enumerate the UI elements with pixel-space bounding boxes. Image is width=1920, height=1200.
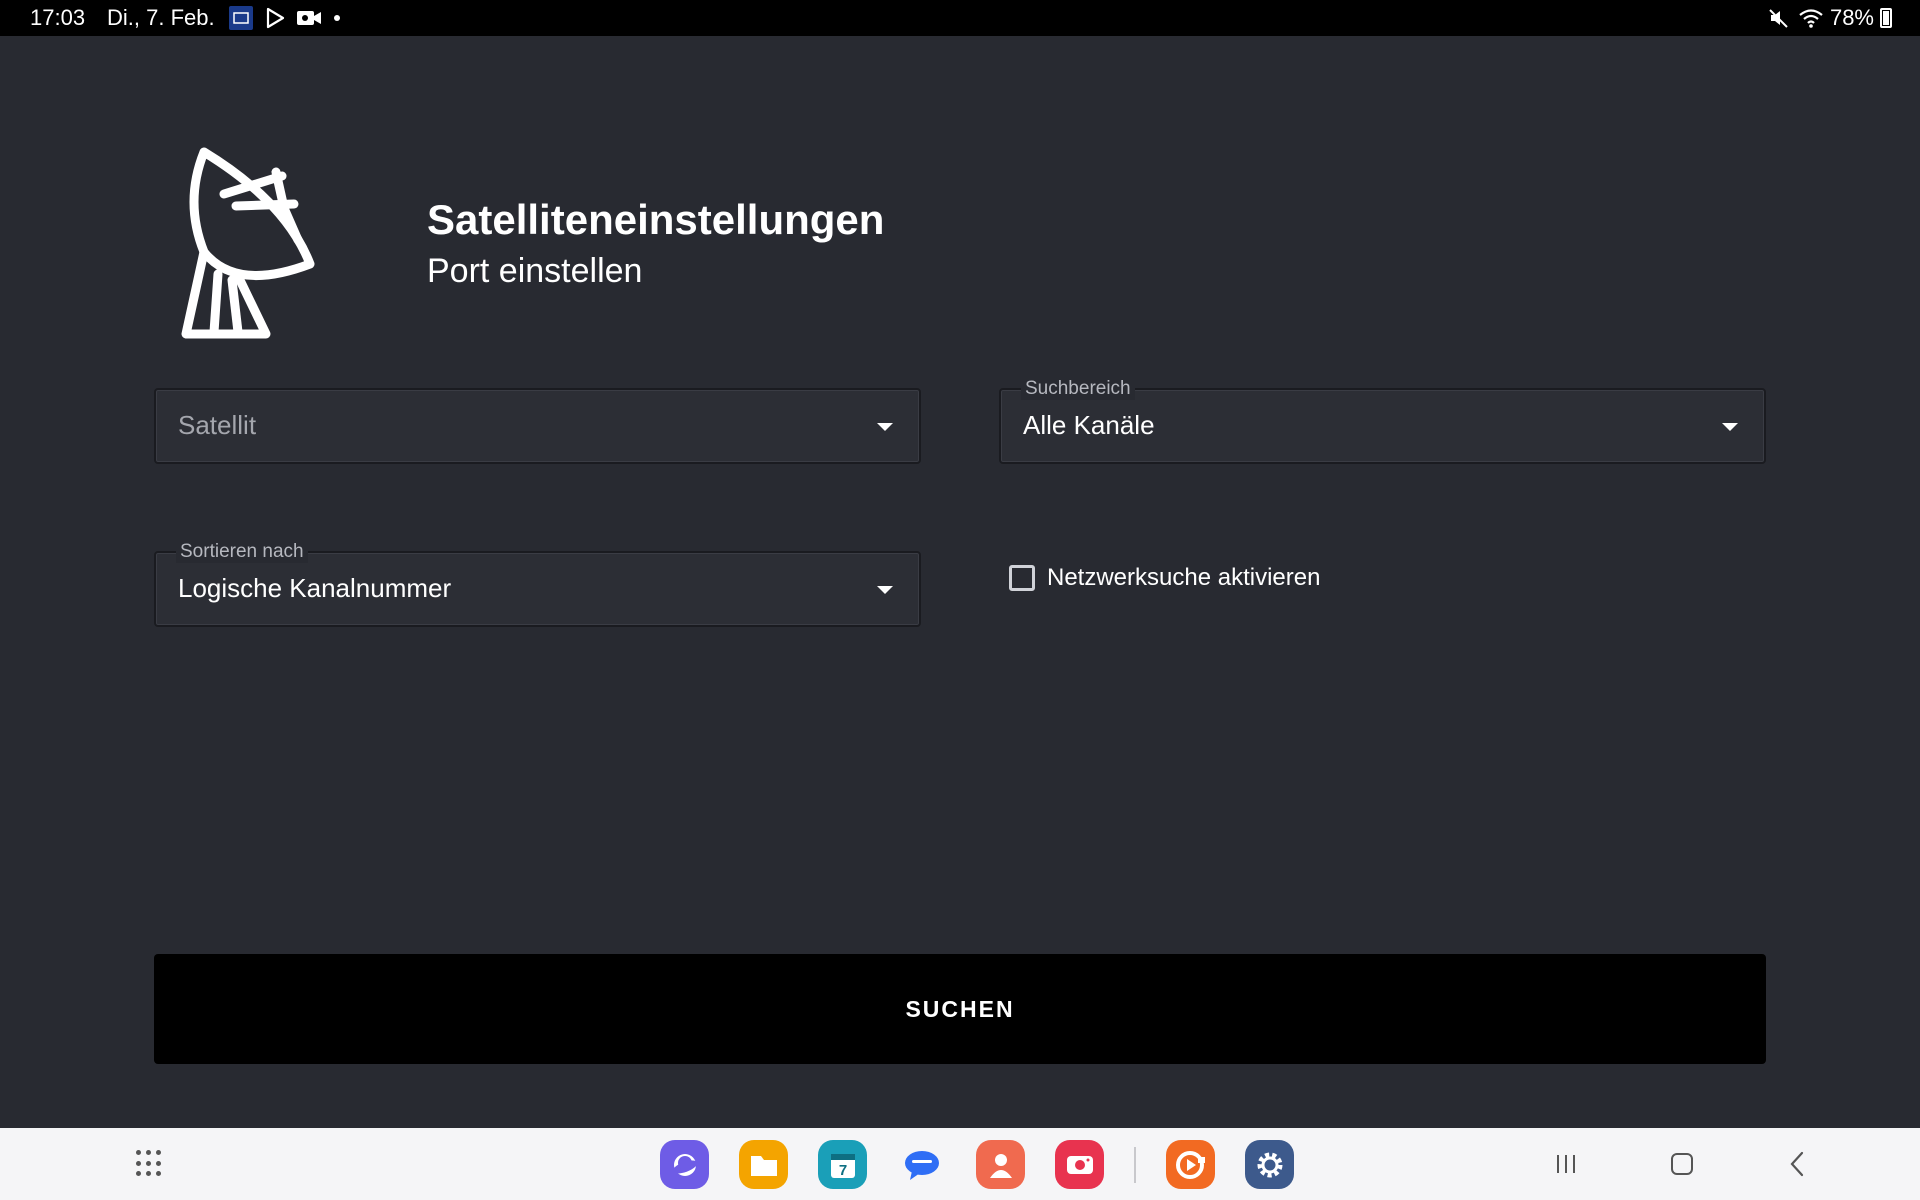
contacts-app-icon[interactable] (976, 1140, 1025, 1189)
notification-dot-icon (334, 15, 340, 21)
suchbereich-value: Alle Kanäle (1023, 410, 1155, 440)
status-bar: 17:03 Di., 7. Feb. 78% (0, 0, 1920, 36)
files-app-icon[interactable] (739, 1140, 788, 1189)
battery-percent: 78% (1829, 5, 1874, 30)
satellit-dropdown[interactable]: Satellit (154, 388, 921, 464)
screen-recorder-app-icon[interactable] (1055, 1140, 1104, 1189)
video-app-icon[interactable] (1166, 1140, 1215, 1189)
taskbar: 7 (0, 1128, 1920, 1200)
page-subtitle: Port einstellen (427, 252, 643, 290)
camera-icon (296, 5, 322, 31)
sortieren-label: Sortieren nach (176, 541, 308, 563)
notification-icons (228, 5, 340, 31)
status-date: Di., 7. Feb. (107, 5, 215, 30)
chevron-down-icon (877, 423, 893, 431)
suchbereich-dropdown[interactable]: Suchbereich Alle Kanäle (999, 378, 1766, 464)
tv-app-icon (228, 5, 254, 31)
back-icon[interactable] (1780, 1146, 1816, 1182)
mute-icon (1766, 5, 1792, 31)
apps-grid-icon[interactable] (136, 1150, 164, 1178)
internet-app-icon[interactable] (660, 1140, 709, 1189)
svg-text:7: 7 (838, 1162, 846, 1179)
search-button[interactable]: SUCHEN (154, 954, 1766, 1064)
network-search-checkbox[interactable] (1009, 565, 1035, 591)
app-dock: 7 (660, 1140, 1294, 1189)
satellite-dish-icon (176, 142, 328, 342)
wifi-icon (1798, 5, 1824, 31)
play-store-icon (262, 5, 288, 31)
network-search-label: Netzwerksuche aktivieren (1047, 564, 1321, 591)
calendar-app-icon[interactable]: 7 (818, 1140, 867, 1189)
dock-divider (1134, 1146, 1136, 1183)
home-icon[interactable] (1664, 1146, 1700, 1182)
messages-app-icon[interactable] (897, 1140, 946, 1189)
suchbereich-label: Suchbereich (1021, 378, 1135, 400)
chevron-down-icon (1722, 423, 1738, 431)
status-right: 78% (1766, 5, 1892, 31)
satellit-placeholder: Satellit (178, 410, 257, 440)
status-time: 17:03 (30, 5, 86, 30)
chevron-down-icon (877, 586, 893, 594)
sortieren-dropdown[interactable]: Sortieren nach Logische Kanalnummer (154, 541, 921, 627)
network-search-option[interactable]: Netzwerksuche aktivieren (1009, 564, 1320, 592)
page-title: Satelliteneinstellungen (427, 196, 885, 243)
recent-apps-icon[interactable] (1548, 1146, 1584, 1182)
sortieren-value: Logische Kanalnummer (178, 573, 452, 603)
settings-app-icon[interactable] (1245, 1140, 1294, 1189)
battery-icon (1880, 8, 1892, 28)
